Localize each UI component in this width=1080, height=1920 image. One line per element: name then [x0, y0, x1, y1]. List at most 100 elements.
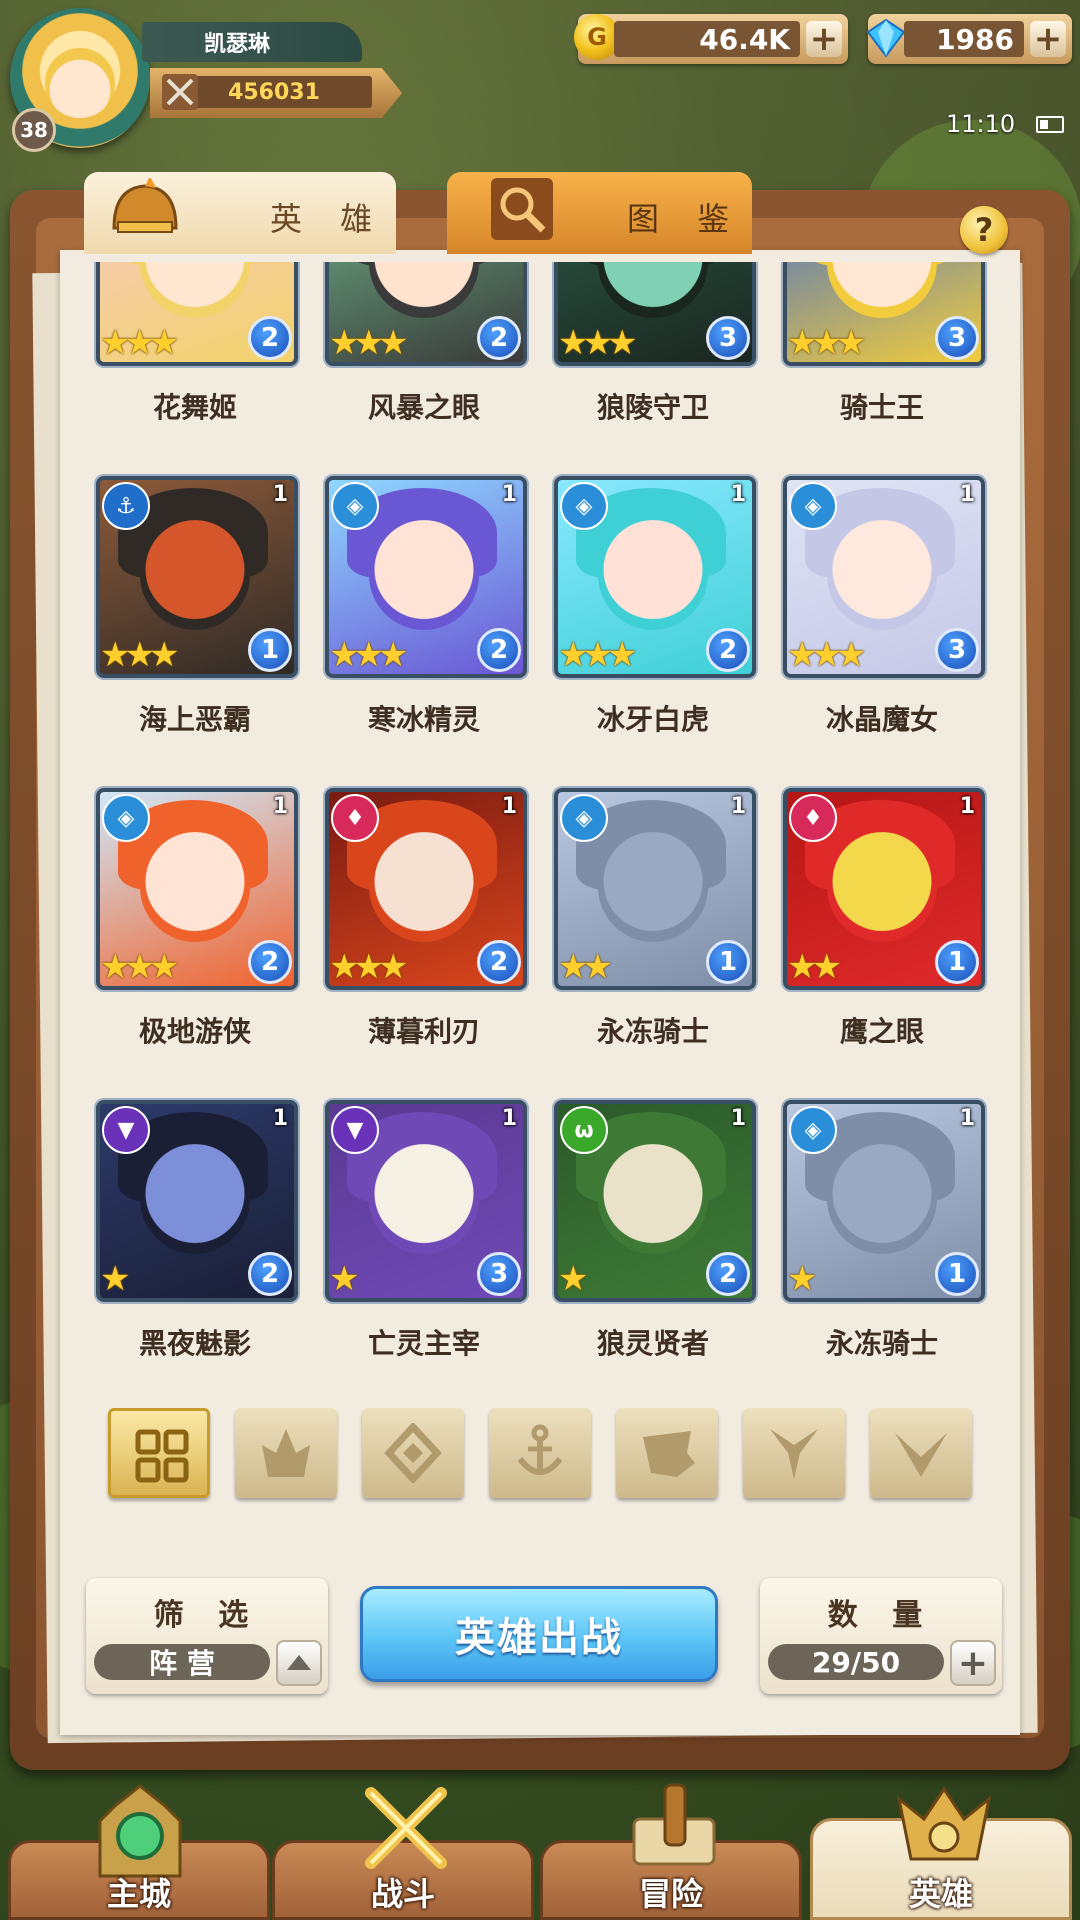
hero-level-badge: 3 — [935, 316, 979, 360]
hero-card[interactable]: ◈ 1 3 ★★★ 冰晶魔女 — [747, 476, 1017, 776]
hero-tier: 1 — [272, 794, 288, 819]
filter-dark-button[interactable] — [870, 1408, 972, 1498]
ice-icon — [384, 1423, 442, 1483]
faction-badge-icon: ◈ — [789, 1106, 837, 1154]
hero-portrait: 3 ★★★ — [554, 262, 756, 366]
increase-capacity-button[interactable]: + — [950, 1640, 996, 1686]
hero-portrait: ♦ 1 2 ★★★ — [325, 788, 527, 990]
count-panel: 数 量 29/50 + — [760, 1578, 1002, 1694]
avatar-face — [45, 48, 115, 118]
tab-heroes[interactable]: 英 雄 — [84, 172, 396, 254]
hero-tier: 1 — [959, 482, 975, 507]
hero-face — [369, 832, 479, 942]
filter-flame-button[interactable] — [235, 1408, 337, 1498]
hero-face — [598, 1144, 708, 1254]
hero-face — [598, 832, 708, 942]
helmet-icon — [112, 178, 178, 233]
hero-card[interactable]: ♦ 1 1 ★★ 鹰之眼 — [747, 788, 1017, 1088]
hero-stars: ★★★ — [329, 947, 408, 987]
filter-panel[interactable]: 筛 选 阵 营 — [86, 1578, 328, 1694]
hero-face — [827, 1144, 937, 1254]
hero-level-badge: 1 — [248, 628, 292, 672]
hero-level-badge: 3 — [706, 316, 750, 360]
faction-badge-icon: ω — [560, 1106, 608, 1154]
hero-level-badge: 2 — [248, 1252, 292, 1296]
hero-stars: ★★★ — [329, 635, 408, 675]
hero-name: 冰晶魔女 — [825, 703, 938, 736]
hero-face — [140, 262, 250, 318]
player-name: 凯瑟琳 — [142, 22, 362, 62]
hero-level-badge: 1 — [935, 1252, 979, 1296]
hero-tier: 1 — [730, 482, 746, 507]
add-gold-button[interactable]: + — [806, 21, 842, 57]
add-gems-button[interactable]: + — [1030, 21, 1066, 57]
hero-portrait: ◈ 1 2 ★★★ — [554, 476, 756, 678]
hero-card[interactable]: 3 ★★★ 骑士王 — [747, 262, 1017, 464]
filter-beast-button[interactable] — [616, 1408, 718, 1498]
hero-stars: ★ — [100, 1259, 131, 1299]
filter-ice-button[interactable] — [362, 1408, 464, 1498]
hero-stars: ★★★ — [558, 635, 637, 675]
nav-heroes[interactable]: 英雄 — [810, 1786, 1072, 1920]
help-button[interactable]: ? — [960, 206, 1008, 254]
hero-face — [140, 520, 250, 630]
filter-shadow-button[interactable] — [743, 1408, 845, 1498]
hero-portrait: ◈ 1 2 ★★★ — [325, 476, 527, 678]
hero-stars: ★★ — [787, 947, 842, 987]
nav-adventure[interactable]: 冒险 — [540, 1783, 802, 1920]
faction-badge-icon: ◈ — [789, 482, 837, 530]
hero-level-badge: 1 — [935, 940, 979, 984]
magnifier-icon — [491, 178, 553, 240]
hero-portrait: ⚓ 1 1 ★★★ — [96, 476, 298, 678]
faction-badge-icon: ◈ — [102, 794, 150, 842]
hero-tier: 1 — [730, 794, 746, 819]
hero-stars: ★★ — [558, 947, 613, 987]
hero-face — [598, 262, 708, 318]
hero-stars: ★★★ — [100, 635, 179, 675]
anchor-icon — [517, 1424, 563, 1475]
hero-face — [827, 832, 937, 942]
nav-adventure-label: 冒险 — [638, 1875, 703, 1913]
count-value: 29/50 — [768, 1644, 944, 1680]
hero-face — [827, 520, 937, 630]
crossed-swords-nav-icon — [365, 1787, 447, 1869]
hero-portrait: 2 ★★★ — [325, 262, 527, 366]
filter-anchor-button[interactable] — [489, 1408, 591, 1498]
hero-card[interactable]: ◈ 1 1 ★ 永冻骑士 — [747, 1100, 1017, 1400]
hero-name: 永冻骑士 — [825, 1327, 938, 1360]
hero-level-badge: 2 — [248, 940, 292, 984]
faction-badge-icon: ◈ — [560, 794, 608, 842]
hero-portrait: ◈ 1 2 ★★★ — [96, 788, 298, 990]
filter-all-button[interactable] — [108, 1408, 210, 1498]
hero-name: 鹰之眼 — [839, 1015, 924, 1048]
filter-expand-button[interactable] — [276, 1640, 322, 1686]
nav-main-city[interactable]: 主城 — [8, 1784, 270, 1920]
tab-heroes-label: 英 雄 — [270, 200, 387, 238]
gold-counter: G 46.4K + — [574, 14, 848, 64]
hero-tier: 1 — [501, 1106, 517, 1131]
hero-level-badge: 2 — [477, 316, 521, 360]
scroll-map-icon — [632, 1783, 716, 1866]
faction-badge-icon: ♦ — [789, 794, 837, 842]
status-time: 11:10 — [946, 110, 1016, 138]
nav-main-city-label: 主城 — [106, 1875, 171, 1913]
hero-level-badge: 3 — [935, 628, 979, 672]
hero-face — [140, 1144, 250, 1254]
tab-codex[interactable]: 图 鉴 — [447, 172, 752, 254]
hero-tier: 1 — [501, 794, 517, 819]
faction-badge-icon: ◈ — [331, 482, 379, 530]
nav-battle[interactable]: 战斗 — [272, 1787, 534, 1920]
hero-face — [369, 520, 479, 630]
hero-portrait: 2 ★★★ — [96, 262, 298, 366]
hero-portrait: ◈ 1 1 ★★ — [554, 788, 756, 990]
hero-portrait: ▼ 1 3 ★ — [325, 1100, 527, 1302]
deploy-heroes-button[interactable]: 英雄出战 — [360, 1586, 718, 1682]
hero-tier: 1 — [272, 482, 288, 507]
gem-value: 1986 — [904, 21, 1024, 57]
hero-face — [140, 832, 250, 942]
faction-badge-icon: ◈ — [560, 482, 608, 530]
hero-portrait: ◈ 1 1 ★ — [783, 1100, 985, 1302]
power-value: 456031 — [176, 76, 372, 108]
faction-badge-icon: ▼ — [102, 1106, 150, 1154]
filter-title: 筛 选 — [153, 1598, 261, 1633]
